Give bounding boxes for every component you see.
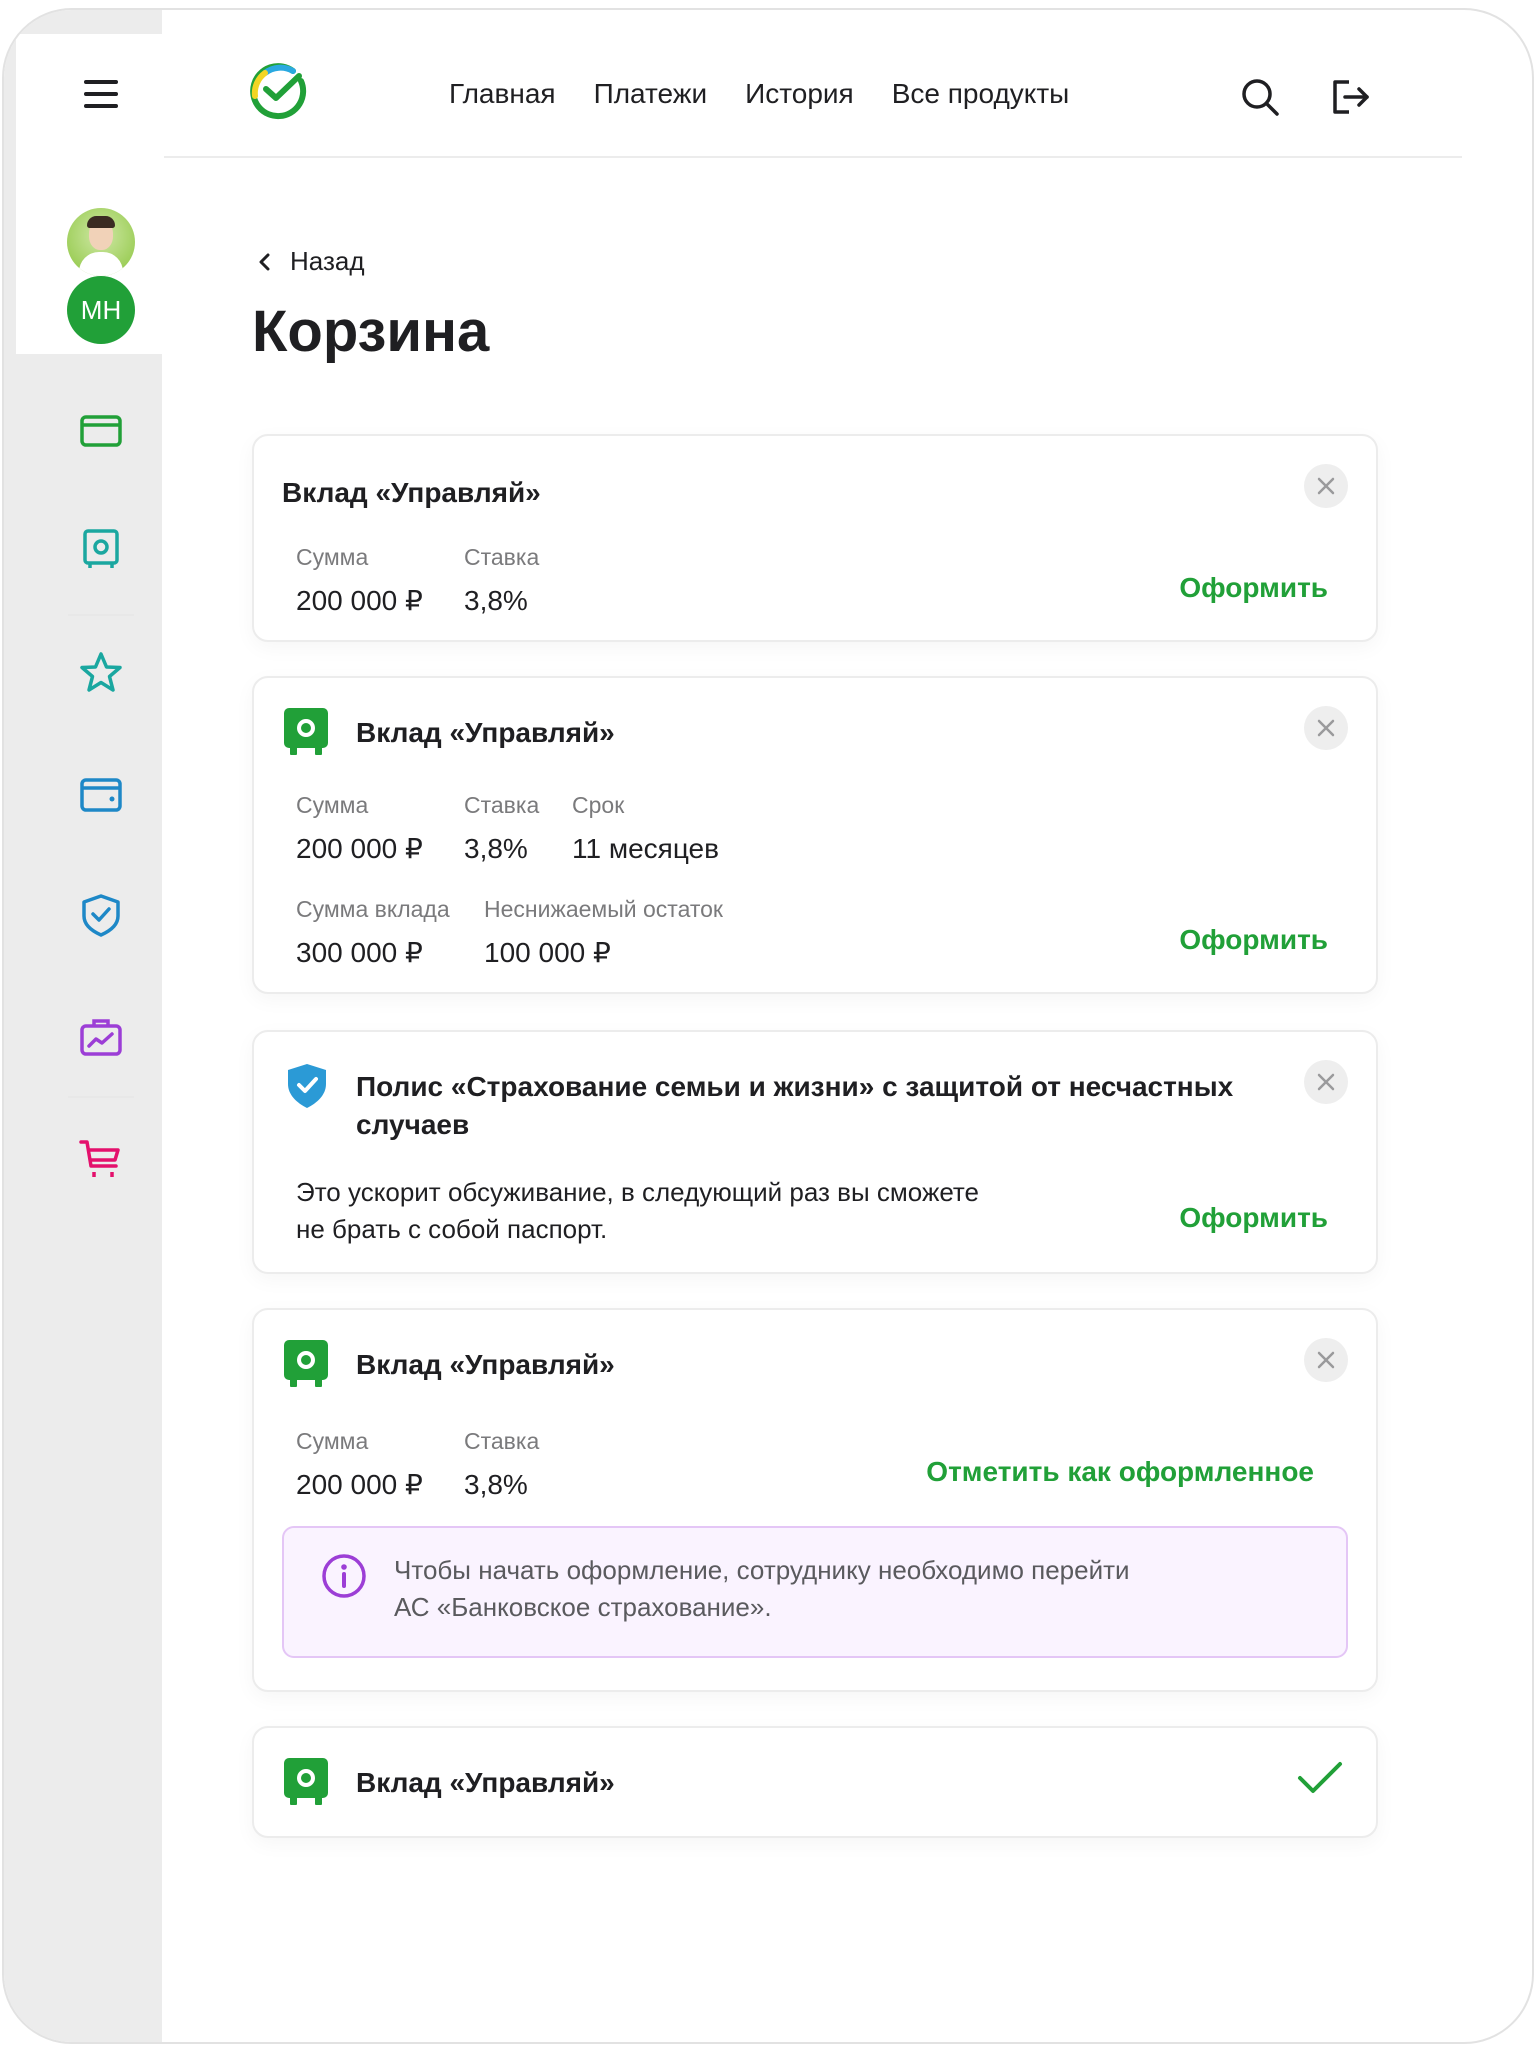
search-icon[interactable]	[1239, 76, 1281, 118]
tablet-frame: МН Главная Платежи История Все продукты …	[2, 8, 1534, 2044]
cart-icon[interactable]	[78, 1136, 124, 1182]
chevron-left-icon	[259, 253, 270, 270]
cart-item-card: Вклад «Управляй» Сумма 200 000 ₽ Ставка 3,…	[252, 434, 1378, 642]
field-deposit-sum: Сумма вклада 300 000 ₽	[296, 896, 450, 968]
close-icon[interactable]	[1304, 1060, 1348, 1104]
star-icon[interactable]	[78, 650, 124, 696]
field-min-balance: Неснижаемый остаток 100 000 ₽	[484, 896, 723, 968]
back-link[interactable]: Назад	[254, 246, 365, 277]
check-icon	[1296, 1758, 1344, 1798]
close-icon[interactable]	[1304, 706, 1348, 750]
card-title: Вклад «Управляй»	[282, 477, 541, 508]
nav-history[interactable]: История	[745, 78, 854, 110]
apply-button[interactable]: Оформить	[1179, 1202, 1328, 1234]
nav-payments[interactable]: Платежи	[594, 78, 708, 110]
close-icon[interactable]	[1304, 1338, 1348, 1382]
apply-button[interactable]: Оформить	[1179, 924, 1328, 956]
cart-item-card: Вклад «Управляй» Сумма 200 000 ₽ Ставка 3,…	[252, 1308, 1378, 1692]
card-title: Вклад «Управляй»	[356, 717, 615, 748]
logout-icon[interactable]	[1329, 76, 1371, 118]
briefcase-chart-icon[interactable]	[78, 1014, 124, 1060]
card-icon[interactable]	[78, 408, 124, 454]
field-rate: Ставка 3,8%	[464, 792, 540, 864]
safe-icon	[284, 1758, 328, 1806]
top-navigation: Главная Платежи История Все продукты	[449, 78, 1069, 110]
page-title: Корзина	[252, 299, 490, 364]
close-icon[interactable]	[1304, 464, 1348, 508]
back-label: Назад	[290, 246, 365, 276]
apply-button[interactable]: Оформить	[1179, 572, 1328, 604]
field-sum: Сумма 200 000 ₽	[296, 792, 423, 864]
info-notice: Чтобы начать оформление, сотруднику необ…	[282, 1526, 1348, 1658]
hamburger-icon[interactable]	[84, 80, 118, 110]
sber-logo[interactable]	[249, 62, 307, 120]
nav-all-products[interactable]: Все продукты	[892, 78, 1070, 110]
avatar-initials[interactable]: МН	[67, 276, 135, 344]
notice-text: Чтобы начать оформление, сотруднику необ…	[394, 1555, 1130, 1622]
card-title: Вклад «Управляй»	[356, 1349, 615, 1380]
card-title: Полис «Страхование семьи и жизни» с защи…	[356, 1071, 1234, 1140]
safe-icon	[284, 708, 328, 756]
shield-check-icon	[288, 1064, 326, 1108]
safe-icon	[284, 1340, 328, 1388]
cart-item-card: Полис «Страхование семьи и жизни» с защи…	[252, 1030, 1378, 1274]
field-rate: Ставка 3,8%	[464, 1428, 540, 1500]
field-term: Срок 11 месяцев	[572, 792, 719, 864]
top-bar: Главная Платежи История Все продукты	[164, 10, 1462, 158]
avatar[interactable]	[67, 208, 135, 276]
field-sum: Сумма 200 000 ₽	[296, 1428, 423, 1500]
shield-icon[interactable]	[78, 892, 124, 938]
info-icon	[320, 1552, 368, 1600]
cart-item-card: Вклад «Управляй» Сумма 200 000 ₽ Ставка 3,…	[252, 676, 1378, 994]
field-sum: Сумма 200 000 ₽	[296, 544, 423, 616]
field-rate: Ставка 3,8%	[464, 544, 540, 616]
cart-item-card: Вклад «Управляй»	[252, 1726, 1378, 1838]
card-title: Вклад «Управляй»	[356, 1767, 615, 1798]
sidebar: МН	[4, 10, 162, 2042]
card-description: Это ускорит обсуживание, в следующий раз…	[296, 1177, 980, 1244]
mark-as-done-button[interactable]: Отметить как оформленное	[926, 1456, 1314, 1488]
nav-main[interactable]: Главная	[449, 78, 556, 110]
safe-icon[interactable]	[78, 526, 124, 572]
wallet-icon[interactable]	[78, 772, 124, 818]
